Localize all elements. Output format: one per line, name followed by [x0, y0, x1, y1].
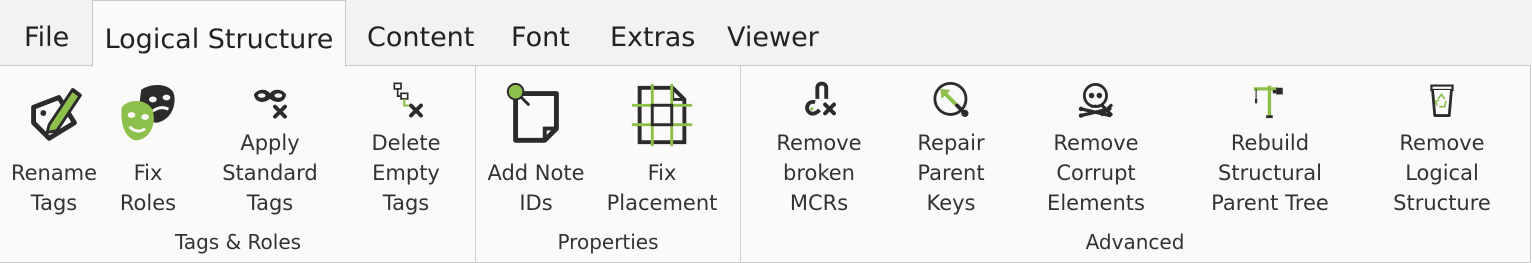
fix-placement-button[interactable]: Fix Placement [594, 68, 730, 218]
rename-tags-button[interactable]: Rename Tags [8, 68, 100, 218]
skull-icon [1078, 83, 1113, 118]
crane-icon [1253, 85, 1283, 119]
fix-roles-button[interactable]: Fix Roles [103, 68, 193, 218]
group-label-tags-roles: Tags & Roles [174, 230, 302, 254]
button-label: Remove Logical Structure [1393, 131, 1491, 215]
broken-magnet-icon [805, 81, 836, 116]
rename-tags-icon [31, 87, 83, 141]
tab-extras[interactable]: Extras [610, 0, 695, 65]
tab-label: Logical Structure [104, 24, 334, 55]
group-separator [475, 66, 476, 262]
recycle-bin-icon [1430, 84, 1454, 117]
note-pin-icon [506, 82, 559, 143]
button-label: Remove broken MCRs [776, 131, 862, 215]
tab-logical-structure[interactable]: Logical Structure [92, 0, 346, 67]
tab-font[interactable]: Font [511, 0, 570, 65]
button-label: Add Note IDs [487, 161, 585, 215]
tab-label: File [24, 22, 70, 53]
tree-x-icon [393, 82, 423, 118]
remove-corrupt-elements-button[interactable]: Remove Corrupt Elements [1016, 68, 1176, 218]
tab-label: Extras [610, 22, 696, 53]
rebuild-structural-parent-tree-button[interactable]: Rebuild Structural Parent Tree [1184, 68, 1356, 218]
tab-viewer[interactable]: Viewer [727, 0, 819, 65]
tab-label: Viewer [727, 22, 819, 53]
button-label: Rebuild Structural Parent Tree [1211, 131, 1329, 215]
group-label-properties: Properties [557, 230, 659, 254]
remove-logical-structure-button[interactable]: Remove Logical Structure [1364, 68, 1520, 218]
button-label: Repair Parent Keys [917, 131, 985, 215]
button-label: Fix Placement [606, 161, 718, 215]
remove-broken-mcrs-button[interactable]: Remove broken MCRs [752, 68, 886, 218]
button-label: Fix Roles [119, 161, 177, 215]
delete-empty-tags-button[interactable]: Delete Empty Tags [348, 68, 464, 218]
tab-content[interactable]: Content [367, 0, 474, 65]
tab-label: Content [367, 22, 475, 53]
repair-parent-keys-button[interactable]: Repair Parent Keys [892, 68, 1010, 218]
button-label: Remove Corrupt Elements [1047, 131, 1145, 215]
mask-x-icon [253, 89, 287, 119]
theater-masks-icon [121, 85, 175, 141]
tab-file[interactable]: File [24, 0, 69, 65]
group-label-advanced: Advanced [1085, 230, 1185, 254]
button-label: Apply Standard Tags [222, 131, 318, 215]
button-label: Delete Empty Tags [371, 131, 441, 215]
tab-label: Font [511, 22, 570, 53]
placement-icon [631, 83, 693, 147]
add-note-ids-button[interactable]: Add Note IDs [486, 68, 586, 218]
group-separator [740, 66, 741, 262]
wrench-arrow-icon [933, 81, 969, 117]
apply-standard-tags-button[interactable]: Apply Standard Tags [200, 68, 340, 218]
button-label: Rename Tags [10, 161, 98, 215]
